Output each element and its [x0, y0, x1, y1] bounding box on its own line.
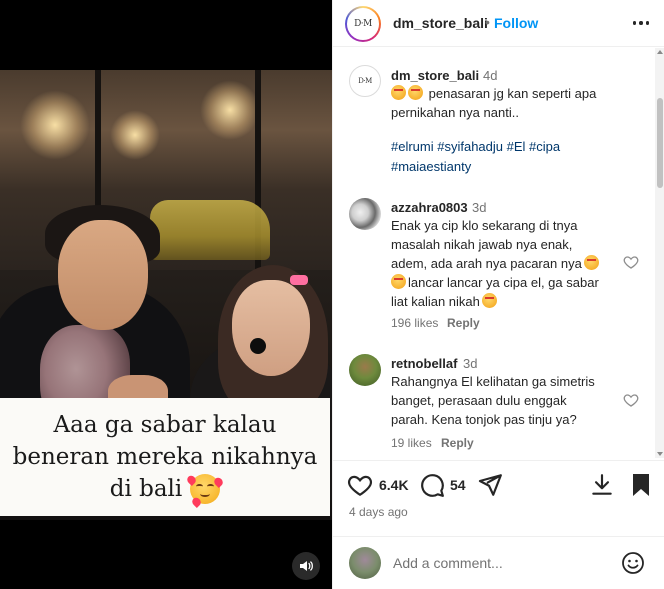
like-heart-icon[interactable] — [347, 472, 373, 498]
comment-line: liat kalian nikah — [391, 294, 480, 309]
current-user-avatar[interactable] — [349, 547, 381, 579]
scroll-up-arrow[interactable] — [657, 50, 663, 54]
more-options-icon[interactable] — [629, 14, 653, 32]
caption-line: pernikahan nya nanti.. — [391, 105, 519, 120]
share-send-icon[interactable] — [477, 472, 503, 498]
add-comment-input[interactable] — [393, 553, 613, 573]
video-caption: Aaa ga sabar kalau beneran mereka nikahn… — [0, 398, 330, 516]
speaker-icon — [300, 561, 313, 571]
comment-text: Rahangnya El kelihatan ga simetris bange… — [391, 372, 613, 429]
comments-list[interactable]: D·M dm_store_bali 4d penasaran jg kan se… — [333, 48, 664, 458]
comment-like-icon[interactable] — [623, 392, 639, 408]
commenter-avatar[interactable] — [349, 354, 381, 386]
comment-composer — [333, 536, 664, 589]
comment-line: masalah nikah jawab nya enak, — [391, 237, 573, 252]
woman-face — [232, 280, 310, 376]
comment-line: banget, perasaan dulu enggak — [391, 393, 567, 408]
comment-count[interactable]: 54 — [450, 477, 466, 493]
comment-like-icon[interactable] — [623, 254, 639, 270]
caption-last-row: di bali — [109, 473, 225, 509]
microphone — [250, 338, 266, 354]
caption-time[interactable]: 4d — [483, 68, 497, 83]
comments-scrollbar[interactable] — [655, 48, 664, 458]
caption-username[interactable]: dm_store_bali — [391, 68, 479, 83]
hashtag-line[interactable]: #maiaestianty — [391, 159, 471, 174]
bookmark-icon[interactable] — [629, 472, 653, 498]
store-logo: D·M — [347, 8, 379, 40]
post-date[interactable]: 4 days ago — [349, 505, 408, 519]
commenter-avatar[interactable] — [349, 198, 381, 230]
comment-line: Rahangnya El kelihatan ga simetris — [391, 374, 595, 389]
scroll-down-arrow[interactable] — [657, 452, 663, 456]
hashtag-line[interactable]: #elrumi #syifahadju #El #cipa — [391, 139, 560, 154]
store-logo-text: D·M — [358, 77, 372, 85]
comment-time[interactable]: 3d — [463, 356, 477, 371]
author-avatar-small[interactable]: D·M — [349, 65, 381, 97]
man-face — [58, 220, 148, 330]
yellow-car — [150, 200, 270, 260]
comment-text: Enak ya cip klo sekarang di tnya masalah… — [391, 216, 613, 311]
post-actions: 6.4K 54 4 days ago — [333, 460, 664, 530]
star-struck-emoji-icon — [481, 293, 497, 308]
window-light — [20, 90, 90, 160]
comment-likes[interactable]: 19 likes — [391, 436, 432, 450]
caption-line: beneran mereka nikahnya — [12, 444, 318, 470]
separator-dot: • — [485, 14, 490, 30]
reply-button[interactable]: Reply — [441, 436, 474, 450]
window-light — [110, 110, 160, 160]
comment-time[interactable]: 3d — [472, 200, 486, 215]
star-struck-emoji-icon — [391, 85, 406, 100]
comment-username[interactable]: retnobellaf — [391, 356, 457, 371]
emoji-picker-icon[interactable] — [621, 551, 645, 575]
star-struck-emoji-icon — [408, 85, 423, 100]
caption-hashtags[interactable]: #elrumi #syifahadju #El #cipa #maiaestia… — [391, 137, 613, 177]
comment-line: lancar lancar ya cipa el, ga sabar — [408, 275, 599, 290]
post-side-panel: D·M dm_store_bali • Follow D·M dm_store_… — [332, 0, 664, 589]
mute-button[interactable] — [292, 552, 320, 580]
follow-button[interactable]: Follow — [494, 15, 538, 31]
caption-line: di bali — [109, 476, 183, 502]
reply-button[interactable]: Reply — [447, 316, 480, 330]
scroll-thumb[interactable] — [657, 98, 663, 188]
star-struck-emoji-icon — [583, 255, 599, 270]
caption-line: Aaa ga sabar kalau — [53, 412, 277, 438]
smiling-face-with-hearts-icon — [185, 473, 225, 509]
star-struck-emoji-icon — [391, 274, 406, 289]
comment-likes[interactable]: 196 likes — [391, 316, 438, 330]
window-light — [200, 80, 260, 140]
caption-text: penasaran jg kan seperti apa pernikahan … — [391, 84, 613, 122]
comment-username[interactable]: azzahra0803 — [391, 200, 468, 215]
like-count[interactable]: 6.4K — [379, 477, 409, 493]
download-icon[interactable] — [589, 472, 615, 498]
author-username[interactable]: dm_store_bali — [393, 15, 488, 31]
comment-line: Enak ya cip klo sekarang di tnya — [391, 218, 578, 233]
comment-bubble-icon[interactable] — [419, 472, 445, 498]
video-player[interactable]: Aaa ga sabar kalau beneran mereka nikahn… — [0, 0, 332, 589]
author-avatar[interactable]: D·M — [345, 6, 381, 42]
store-logo-text: D·M — [354, 19, 372, 29]
comment-line: adem, ada arah nya pacaran nya — [391, 256, 582, 271]
comment-line: parah. Kena tonjok pas tinju ya? — [391, 412, 577, 427]
caption-line: penasaran jg kan seperti apa — [428, 86, 597, 101]
post-header: D·M dm_store_bali • Follow — [333, 0, 664, 47]
hair-bow — [290, 275, 308, 285]
